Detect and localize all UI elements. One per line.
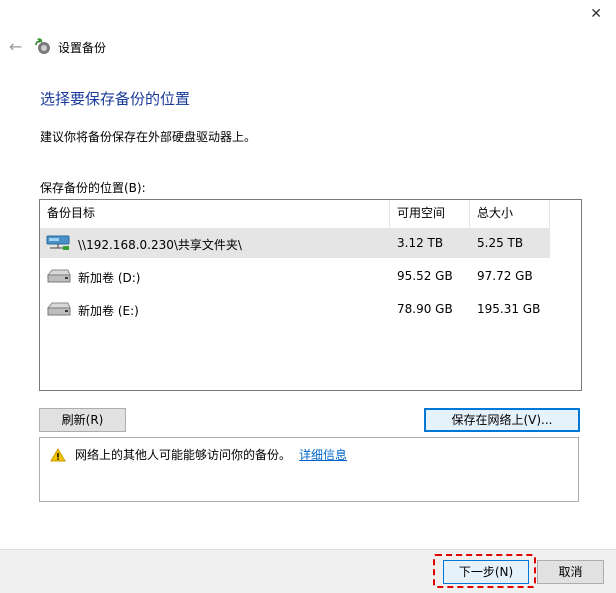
backup-app-icon [35,38,50,54]
network-drive-icon [46,235,70,250]
column-header-available[interactable]: 可用空间 [390,200,470,227]
close-icon[interactable]: ✕ [590,6,602,22]
column-header-total[interactable]: 总大小 [470,200,550,227]
row-total: 97.72 GB [477,269,533,283]
window-title: 设置备份 [58,41,107,55]
row-name: 新加卷 (E:) [78,304,139,318]
warning-panel: 网络上的其他人可能能够访问你的备份。 详细信息 [39,437,579,502]
row-name: 新加卷 (D:) [78,271,141,285]
backup-destination-list[interactable]: 备份目标 可用空间 总大小 \\192.168.0.230\共享文件夹\ 3.1… [39,199,582,391]
hard-drive-icon [46,302,71,316]
row-name: \\192.168.0.230\共享文件夹\ [78,238,242,252]
row-available: 95.52 GB [397,269,453,283]
page-subtitle: 建议你将备份保存在外部硬盘驱动器上。 [40,130,257,144]
save-on-network-button[interactable]: 保存在网络上(V)... [424,408,580,432]
row-total: 5.25 TB [477,236,524,250]
refresh-button[interactable]: 刷新(R) [39,408,126,432]
warning-icon [50,448,66,462]
list-item-drive-e[interactable]: 新加卷 (E:) 78.90 GB 195.31 GB [40,294,550,324]
cancel-button[interactable]: 取消 [537,560,604,584]
row-available: 3.12 TB [397,236,444,250]
row-available: 78.90 GB [397,302,453,316]
next-button[interactable]: 下一步(N) [443,560,529,584]
warning-text: 网络上的其他人可能能够访问你的备份。 [75,448,292,462]
page-heading: 选择要保存备份的位置 [40,90,191,108]
list-item-network[interactable]: \\192.168.0.230\共享文件夹\ 3.12 TB 5.25 TB [40,228,550,258]
back-arrow-icon[interactable]: ← [9,37,22,56]
list-label: 保存备份的位置(B): [40,181,146,195]
column-header-target[interactable]: 备份目标 [40,200,390,227]
row-total: 195.31 GB [477,302,541,316]
hard-drive-icon [46,269,71,283]
list-item-drive-d[interactable]: 新加卷 (D:) 95.52 GB 97.72 GB [40,261,550,291]
details-link[interactable]: 详细信息 [299,448,347,462]
